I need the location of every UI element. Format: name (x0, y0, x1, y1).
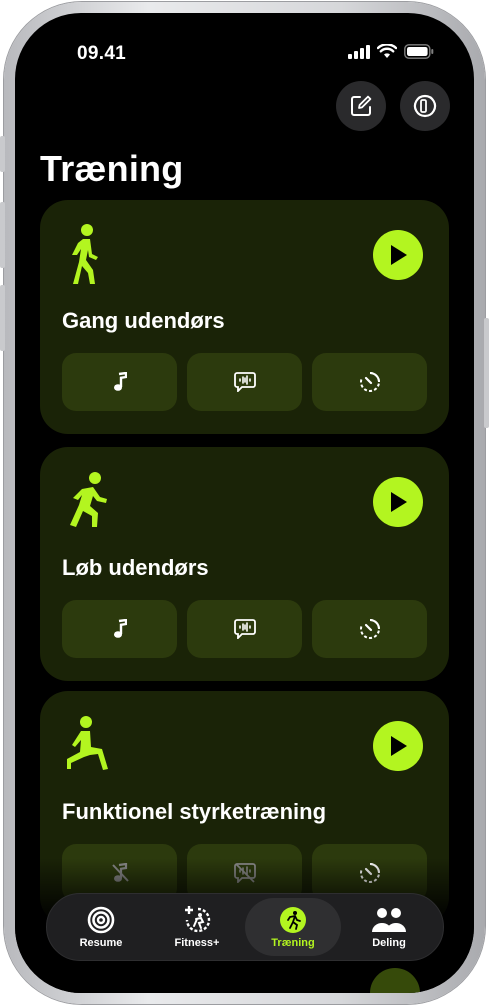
music-button[interactable] (62, 353, 177, 411)
tab-label: Træning (271, 936, 315, 949)
play-icon (391, 492, 407, 512)
screen: 09.41 Træning Gang udendørs Løb udendørs… (15, 13, 474, 993)
walking-figure-icon (72, 224, 98, 284)
pacer-timer-icon (359, 372, 380, 392)
fitness-plus-icon (185, 905, 211, 932)
voice-feedback-button[interactable] (187, 600, 302, 658)
workout-card-walking[interactable]: Gang udendørs (40, 200, 449, 434)
pacer-button[interactable] (312, 353, 427, 411)
pacer-button[interactable] (312, 600, 427, 658)
cellular-signal-icon (348, 44, 370, 59)
strength-figure-icon (67, 716, 108, 770)
voice-feedback-button[interactable] (187, 353, 302, 411)
tab-label: Deling (372, 936, 406, 949)
running-figure-icon (70, 472, 107, 527)
workout-card-running[interactable]: Løb udendørs (40, 447, 449, 681)
watch-history-icon (413, 94, 437, 118)
tab-workout[interactable]: Træning (245, 898, 341, 956)
status-icons (348, 44, 434, 59)
play-button[interactable] (373, 721, 423, 771)
pacer-timer-icon (359, 619, 380, 639)
sharing-people-icon (372, 907, 406, 932)
tab-bar: Resume Fitness+ Træning Deling (46, 893, 444, 961)
workout-title: Løb udendørs (62, 555, 209, 580)
workout-title: Gang udendørs (62, 308, 225, 333)
voice-feedback-icon (233, 372, 256, 392)
play-icon (391, 245, 407, 265)
history-button[interactable] (400, 81, 450, 131)
music-note-icon (113, 619, 127, 638)
running-figure-icon (280, 906, 306, 933)
wifi-icon (377, 44, 397, 58)
tab-label: Fitness+ (174, 936, 220, 949)
activity-rings-icon (87, 906, 115, 933)
play-button[interactable] (373, 477, 423, 527)
square-pencil-icon (351, 95, 372, 116)
play-icon (391, 736, 407, 756)
action-button (0, 136, 5, 172)
music-button[interactable] (62, 600, 177, 658)
tab-fitness-plus[interactable]: Fitness+ (149, 898, 245, 956)
tab-resume[interactable]: Resume (53, 898, 149, 956)
play-button[interactable] (373, 230, 423, 280)
volume-up-button (0, 202, 5, 268)
voice-feedback-icon (233, 619, 256, 639)
battery-icon (404, 44, 434, 59)
tab-label: Resume (79, 936, 123, 949)
edit-button[interactable] (336, 81, 386, 131)
tab-sharing[interactable]: Deling (341, 898, 437, 956)
music-note-icon (113, 372, 127, 391)
status-time: 09.41 (77, 43, 127, 64)
page-title: Træning (40, 148, 184, 189)
workout-title: Funktionel styrketræning (62, 799, 327, 824)
power-button (484, 318, 489, 428)
volume-down-button (0, 285, 5, 351)
